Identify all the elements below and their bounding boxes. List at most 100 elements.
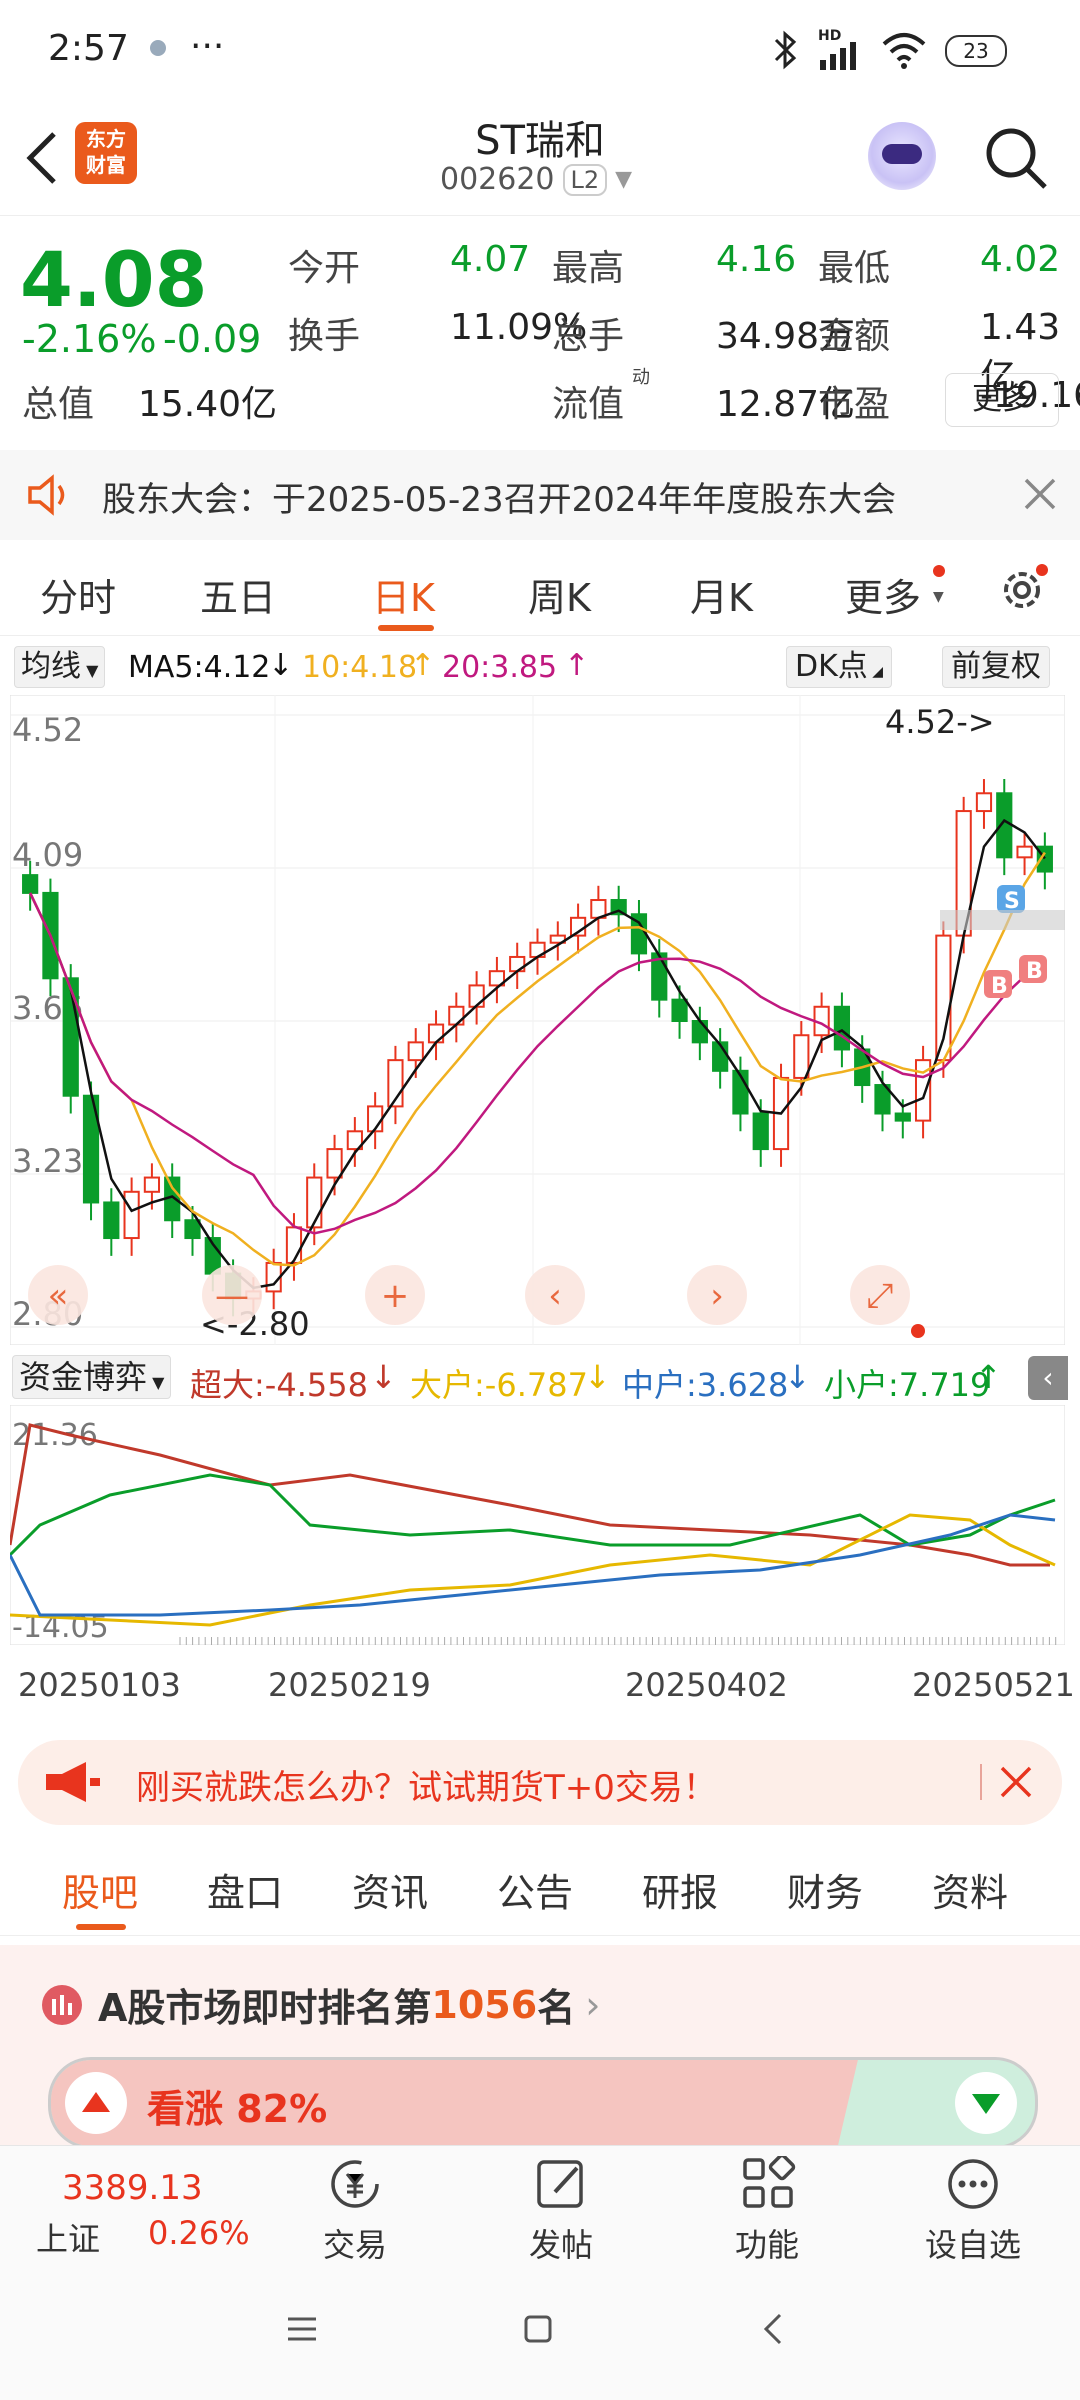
rank-suffix: 名 [537,1986,576,2030]
dropdown-triangle-icon: ▼ [147,1373,165,1392]
content-tabs: 股吧 盘口 资讯 公告 研报 财务 资料 [0,1840,1080,1936]
sentiment-bar[interactable]: 看涨 82% [48,2057,1038,2149]
quote-label: 金额 [818,316,891,357]
home-icon[interactable] [522,2313,554,2345]
y-axis-label: 4.09 [12,836,83,874]
capital-selector-label: 资金博弈 [19,1358,148,1396]
adjust-button[interactable]: 前复权 [942,646,1050,688]
date-axis: 20250103 20250219 20250402 20250521 [0,1660,1080,1720]
tab-1[interactable]: 五日 [200,567,276,622]
index-widget[interactable]: 3389.13 上证 0.26% [0,2146,260,2266]
bull-label: 看涨 82% [147,2087,328,2131]
yen-cycle-icon [331,2160,379,2208]
ma20-arrow-icon: ↑ [564,648,590,683]
nav-functions[interactable]: 功能 [667,2153,867,2266]
settings-gear-icon[interactable] [994,562,1050,618]
candle-body [22,874,39,894]
corner-triangle-icon: ◢ [867,664,883,680]
candlestick-chart[interactable]: 4.524.093.663.232.804.52-><-2.80BBS«—+‹›… [10,695,1065,1345]
close-icon[interactable] [998,1764,1034,1800]
content-tab-6[interactable]: 资料 [932,1862,1008,1917]
candle-body [306,1176,323,1229]
more-button[interactable]: 更多 [945,373,1059,427]
rank-text[interactable]: A股市场即时排名第 1056 名 › [98,1977,600,2032]
active-tab-underline [76,1924,126,1930]
ma5-arrow-icon: ↓ [268,648,294,683]
down-button[interactable] [955,2072,1017,2134]
nav-post[interactable]: 发帖 [461,2156,661,2266]
content-tab-1[interactable]: 盘口 [207,1862,283,1917]
candle-body [975,792,993,813]
candle-body [184,1219,201,1240]
content-tab-2[interactable]: 资讯 [352,1862,428,1917]
quote-label: 流值 [552,384,625,425]
chevron-right-icon: › [585,1982,601,2027]
plus-icon: + [381,1276,410,1316]
promo-banner[interactable]: 刚买就跌怎么办？试试期货T+0交易！ [18,1740,1062,1825]
candle-body [691,1020,708,1044]
ma5-value: MA5:4.12 [128,650,271,685]
fullscreen-icon: ⤢ [866,1276,893,1316]
index-value: 3389.13 [62,2168,203,2208]
content-tab-5[interactable]: 财务 [787,1862,863,1917]
tab-3[interactable]: 周K [528,567,591,622]
quote-label: 最高 [552,248,625,289]
candle-body [894,1112,911,1122]
candle-body [62,977,79,1097]
content-tab-4[interactable]: 研报 [642,1862,718,1917]
close-icon[interactable] [1022,476,1058,512]
ma-indicator-row: 均线 ▼ MA5:4.12 ↓ 10:4.18 ↑ 20:3.85 ↑ DK点 … [0,640,1080,695]
content-tab-0[interactable]: 股吧 [62,1862,138,1930]
notice-text: 股东大会：于2025-05-23召开2024年年度股东大会 [102,480,897,520]
zhonghu-value: 中户:3.628 [622,1366,789,1404]
flow-frame [10,1405,1065,1645]
chart-frame [10,695,1065,1345]
capital-selector[interactable]: 资金博弈 ▼ [12,1355,172,1399]
pe-dynamic-tag: 动 [632,367,650,388]
nav-watchlist[interactable]: 设自选 [873,2156,1073,2266]
scroll-right-icon: › [710,1276,724,1316]
ma-selector[interactable]: 均线 ▼ [14,646,106,688]
index-percent: 0.26% [148,2214,250,2252]
chaoda-arrow-icon: ↓ [370,1358,397,1396]
stock-code: 002620 [440,162,555,197]
stock-code-row[interactable]: 002620 L2 ▼ [440,162,632,197]
capital-flow-chart[interactable]: 21.36-14.05 [10,1405,1065,1645]
search-icon[interactable] [983,125,1049,191]
grid-icon [743,2153,796,2208]
quote-value: 4.16 [716,239,797,280]
tab-0[interactable]: 分时 [40,567,116,622]
back-icon[interactable] [760,2311,788,2347]
tab-2[interactable]: 日K [372,567,435,631]
more-button-label: 更多 [972,382,1032,417]
quote-label: 换手 [288,316,361,357]
notice-bar[interactable]: 股东大会：于2025-05-23召开2024年年度股东大会 [0,450,1080,540]
dk-point-button[interactable]: DK点 ◢ [786,646,892,688]
up-button[interactable] [65,2072,127,2134]
dk-point-label: DK点 [795,649,868,684]
nav-post-label: 发帖 [528,2226,593,2264]
quote-label: 总值 [22,384,95,425]
more-circle-icon [948,2159,998,2209]
y-axis-label: 4.52 [12,711,83,749]
active-tab-underline [378,625,434,631]
date-label: 20250219 [268,1666,431,1704]
tab-5[interactable]: 更多 ▼ [845,565,945,622]
speaker-icon [28,474,65,516]
system-nav-bar [0,2265,1080,2400]
quote-value: 4.02 [980,239,1061,280]
battery-indicator: 23 [945,35,1007,67]
red-dot [933,565,945,577]
tab-4[interactable]: 月K [690,567,753,622]
adjust-label: 前复权 [951,649,1041,684]
content-tab-3[interactable]: 公告 [497,1862,573,1917]
nav-trade[interactable]: 交易 [255,2156,455,2266]
menu-icon[interactable] [284,2313,320,2345]
candle-body [468,984,485,1008]
collapse-panel-button[interactable]: ‹ [1028,1356,1068,1400]
ma-selector-label: 均线 [21,649,81,684]
price-band [940,910,1065,930]
scroll-left-icon: ‹ [548,1276,562,1316]
candle-body [752,1112,769,1151]
robot-assistant-icon[interactable] [868,122,936,190]
